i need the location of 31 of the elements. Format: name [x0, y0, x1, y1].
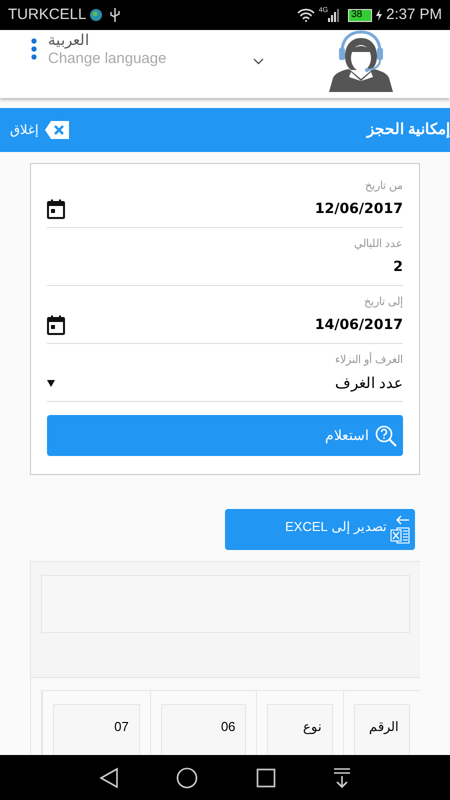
usb-icon [110, 8, 120, 22]
close-icon [45, 121, 69, 139]
field-value: 12/06/2017 [314, 200, 403, 218]
more-icon[interactable] [30, 38, 38, 60]
field-label: من تاريخ [364, 179, 403, 194]
carrier-name: TURKCELL [8, 4, 86, 25]
wifi-icon [296, 8, 315, 22]
page-title: إمكانية الحجز [366, 120, 450, 140]
field-value: 14/06/2017 [314, 316, 403, 334]
notification-pull-icon[interactable] [333, 766, 352, 788]
recents-icon[interactable] [256, 768, 276, 788]
chevron-down-icon[interactable] [253, 58, 264, 65]
form-field[interactable]: الغرف أو النزلاء عدد الغرف [47, 344, 403, 402]
calendar-icon[interactable] [47, 199, 65, 219]
globe-icon [90, 9, 102, 21]
back-icon[interactable] [98, 766, 119, 788]
search-icon [375, 424, 397, 446]
home-icon[interactable] [176, 766, 198, 788]
charging-icon [376, 9, 382, 21]
calendar-icon[interactable] [47, 315, 65, 335]
field-value: عدد الغرف [334, 374, 403, 394]
signal-icon [328, 8, 340, 22]
battery-icon: 38 [348, 8, 372, 22]
field-value: 2 [393, 258, 403, 276]
field-label: عدد الليالي [354, 237, 403, 252]
field-label: إلى تاريخ [364, 295, 403, 310]
language-value[interactable]: العربية [48, 32, 166, 50]
language-hint: Change language [48, 50, 166, 68]
dropdown-arrow-icon[interactable] [47, 380, 55, 388]
field-label: الغرف أو النزلاء [334, 352, 403, 368]
clock-time: 2:37 PM [386, 4, 442, 25]
